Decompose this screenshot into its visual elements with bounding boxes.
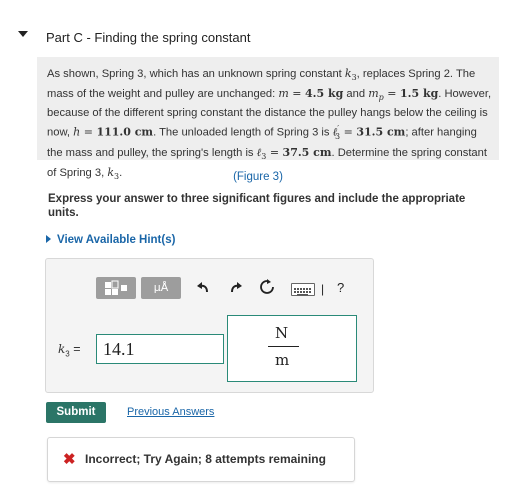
hints-label: View Available Hint(s) — [57, 234, 176, 246]
templates-button[interactable] — [96, 277, 136, 299]
height-value: 111.0 cm — [96, 125, 154, 139]
answer-instruction: Express your answer to three significant… — [48, 193, 466, 219]
unit-denominator: m — [275, 351, 290, 369]
answer-panel: μÅ | ? k3 = 14.1 N m — [45, 258, 374, 393]
previous-answers-link[interactable]: Previous Answers — [127, 406, 214, 418]
keyboard-icon[interactable] — [291, 283, 315, 296]
submit-button[interactable]: Submit — [46, 402, 106, 423]
fraction-bar — [268, 346, 299, 347]
help-icon[interactable]: ? — [337, 280, 344, 295]
loaded-length-value: 37.5 cm — [282, 145, 332, 159]
var-mp: m — [368, 86, 379, 100]
problem-text-segment: As shown, Spring 3, which has an unknown… — [47, 68, 345, 80]
incorrect-x-icon: ✖ — [63, 451, 76, 468]
problem-text: As shown, Spring 3, which has an unknown… — [47, 66, 493, 184]
mu-angstrom-icon: μÅ — [153, 281, 169, 294]
unloaded-length-value: 31.5 cm — [356, 125, 406, 139]
symbols-button[interactable]: μÅ — [141, 277, 181, 299]
part-header: Part C - Finding the spring constant — [0, 0, 516, 60]
feedback-box: ✖ Incorrect; Try Again; 8 attempts remai… — [47, 437, 355, 482]
var-m: m — [278, 86, 289, 100]
pulley-mass-value: 1.5 kg — [399, 86, 439, 100]
problem-text-segment: and — [343, 87, 369, 100]
expand-triangle-icon — [46, 235, 51, 243]
redo-icon[interactable] — [229, 279, 243, 295]
undo-icon[interactable] — [196, 279, 210, 295]
answer-value-input[interactable]: 14.1 — [96, 334, 224, 364]
answer-variable-label: k3 = — [58, 342, 81, 359]
reset-icon[interactable] — [259, 279, 275, 295]
unit-numerator: N — [275, 324, 289, 342]
equals-sign: = — [266, 145, 283, 159]
equals-sign: = — [383, 86, 400, 100]
answer-units-input[interactable]: N m — [227, 315, 357, 382]
feedback-text: Incorrect; Try Again; 8 attempts remaini… — [85, 452, 326, 466]
equals-sign: = — [340, 125, 357, 139]
equals-sign: = — [80, 125, 97, 139]
problem-statement-box: As shown, Spring 3, which has an unknown… — [37, 57, 499, 181]
figure-link[interactable]: (Figure 3) — [0, 171, 516, 183]
view-hints-link[interactable]: View Available Hint(s) — [46, 234, 175, 246]
mass-value: 4.5 kg — [305, 86, 344, 100]
part-title: Part C - Finding the spring constant — [46, 30, 251, 45]
problem-text-segment: . The unloaded length of Spring 3 is — [153, 126, 333, 139]
collapse-caret-icon[interactable] — [18, 31, 28, 37]
equals-sign: = — [288, 86, 306, 100]
toolbar-separator: | — [321, 282, 325, 296]
templates-icon — [105, 280, 127, 295]
equals-sign: = — [69, 342, 81, 356]
var-k: k — [344, 67, 352, 80]
